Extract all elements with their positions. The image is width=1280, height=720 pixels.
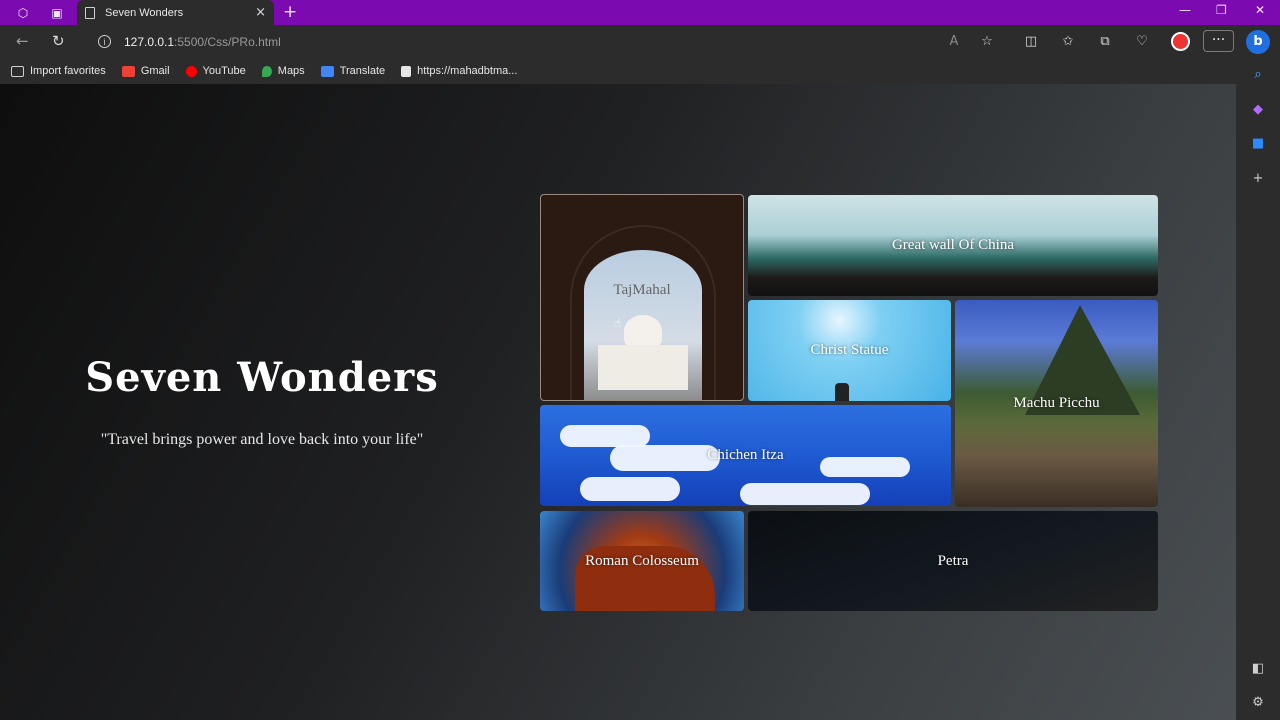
cloud [740,483,870,505]
profile-avatar[interactable] [1171,32,1190,51]
bookmark-mahadbt[interactable]: https://mahadbtma... [401,65,517,77]
address-bar[interactable]: i 127.0.0.1:5500/Css/PRo.html [86,29,1006,54]
bing-copilot-icon[interactable]: b [1246,30,1270,54]
card-label: TajMahal [613,281,671,298]
browser-essentials-icon[interactable]: ♡ [1134,34,1150,50]
new-tab-button[interactable]: + [283,3,297,21]
card-chichen-itza[interactable]: Chichen Itza [540,405,951,506]
more-menu-button[interactable]: ··· [1203,30,1234,52]
statue-silhouette [835,383,849,401]
document-icon [401,65,412,77]
tab-title: Seven Wonders [105,6,184,19]
page-icon [85,6,95,19]
bookmark-label: Translate [339,65,386,77]
split-screen-icon[interactable]: ◫ [1023,34,1039,50]
bookmark-label: Gmail [140,65,170,77]
cloud [610,445,720,471]
bookmark-label: Import favorites [30,65,106,77]
bookmark-youtube[interactable]: YouTube [185,65,246,77]
import-icon [11,65,24,77]
youtube-icon [185,65,197,77]
card-label: Machu Picchu [1013,395,1100,411]
hero-quote: "Travel brings power and love back into … [100,431,424,448]
mouse-cursor-icon: ☝ [614,316,622,330]
card-machu-picchu[interactable]: Machu Picchu [955,300,1158,507]
card-great-wall[interactable]: Great wall Of China [748,195,1158,296]
card-label: Roman Colosseum [585,552,699,569]
card-taj-mahal[interactable]: TajMahal [540,194,744,401]
sidebar: ⌕ ◆ ■ + ◧ ⚙ [1236,58,1280,720]
card-roman-colosseum[interactable]: Roman Colosseum [540,511,744,611]
card-petra[interactable]: Petra [748,511,1158,611]
page-content: Seven Wonders "Travel brings power and l… [0,84,1236,720]
back-icon[interactable]: ← [16,32,29,50]
workspaces-icon[interactable]: ⬡ [14,4,32,22]
read-aloud-icon[interactable]: A [946,34,962,50]
card-christ-statue[interactable]: Christ Statue [748,300,951,401]
add-sidebar-icon[interactable]: + [1250,171,1266,187]
taj-base [598,345,688,390]
cloud [560,425,650,447]
bookmark-translate[interactable]: Translate [320,65,386,77]
favorites-icon[interactable]: ✩ [1060,34,1076,50]
cloud [580,477,680,501]
translate-icon [320,65,334,77]
tab-actions-icon[interactable]: ▣ [48,4,66,22]
favorite-star-icon[interactable]: ☆ [979,34,995,50]
close-tab-icon[interactable]: × [255,5,266,20]
tab-seven-wonders[interactable]: Seven Wonders × [77,0,274,25]
page-title: Seven Wonders [85,354,439,401]
bookmark-gmail[interactable]: Gmail [121,65,170,77]
address-host: 127.0.0.1 [124,34,175,49]
refresh-icon[interactable]: ↻ [52,32,65,50]
bookmark-label: YouTube [202,65,246,77]
search-icon[interactable]: ⌕ [1250,67,1266,83]
shopping-icon[interactable]: ◆ [1250,102,1266,118]
bookmark-maps[interactable]: Maps [261,65,305,77]
gmail-icon [121,65,135,77]
address-path: :5500/Css/PRo.html [174,34,281,49]
bookmark-label: https://mahadbtma... [417,65,518,77]
bookmarks-bar: Import favorites Gmail YouTube Maps Tran… [0,58,1280,84]
bookmark-import-favorites[interactable]: Import favorites [11,65,106,77]
settings-gear-icon[interactable]: ⚙ [1250,695,1266,711]
maximize-icon[interactable]: ❐ [1216,3,1227,17]
card-label: Christ Statue [810,342,889,358]
taj-dome [624,315,662,347]
close-window-icon[interactable]: ✕ [1255,3,1265,17]
card-label: Chichen Itza [707,447,784,463]
toolbar: ← ↻ i 127.0.0.1:5500/Css/PRo.html A ☆ ◫ … [0,25,1280,58]
hide-sidebar-icon[interactable]: ◧ [1250,661,1266,677]
card-label: Great wall Of China [891,237,1015,253]
minimize-icon[interactable]: — [1179,3,1191,17]
site-info-icon[interactable]: i [98,35,111,48]
card-label: Petra [937,552,969,569]
bookmark-label: Maps [277,65,305,77]
collections-icon[interactable]: ⧉ [1097,34,1113,50]
tab-strip: ⬡ ▣ Seven Wonders × + — ❐ ✕ [0,0,1280,25]
cloud [820,457,910,477]
maps-icon [261,65,272,77]
outlook-icon[interactable]: ■ [1250,136,1266,152]
